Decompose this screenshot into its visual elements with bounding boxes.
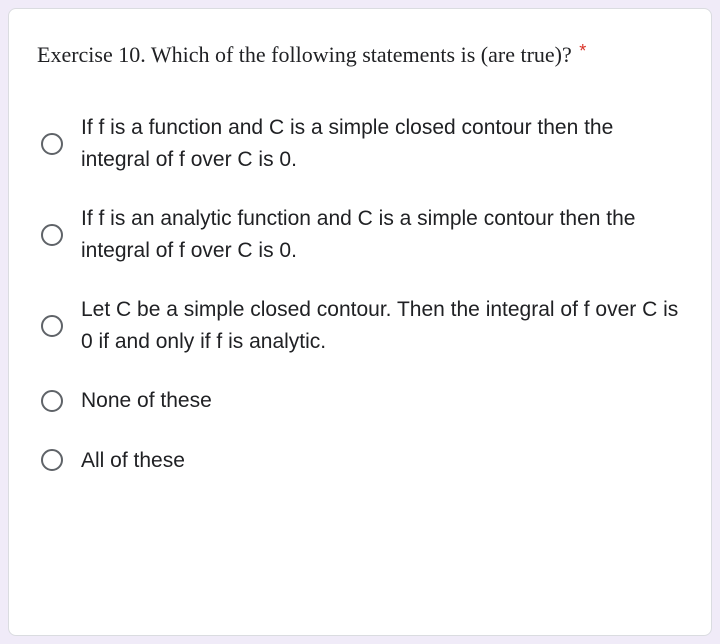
radio-icon: [41, 315, 63, 337]
radio-icon: [41, 449, 63, 471]
option-5[interactable]: All of these: [41, 445, 683, 477]
options-group: If f is a function and C is a simple clo…: [37, 112, 683, 476]
option-label: None of these: [81, 385, 212, 417]
option-label: If f is a function and C is a simple clo…: [81, 112, 683, 175]
option-1[interactable]: If f is a function and C is a simple clo…: [41, 112, 683, 175]
radio-icon: [41, 133, 63, 155]
option-label: If f is an analytic function and C is a …: [81, 203, 683, 266]
question-title-text: Exercise 10. Which of the following stat…: [37, 42, 572, 67]
radio-icon: [41, 224, 63, 246]
question-card: Exercise 10. Which of the following stat…: [8, 8, 712, 636]
radio-icon: [41, 390, 63, 412]
question-title: Exercise 10. Which of the following stat…: [37, 37, 683, 72]
option-2[interactable]: If f is an analytic function and C is a …: [41, 203, 683, 266]
required-asterisk: *: [579, 41, 586, 61]
option-4[interactable]: None of these: [41, 385, 683, 417]
option-label: All of these: [81, 445, 185, 477]
option-3[interactable]: Let C be a simple closed contour. Then t…: [41, 294, 683, 357]
option-label: Let C be a simple closed contour. Then t…: [81, 294, 683, 357]
